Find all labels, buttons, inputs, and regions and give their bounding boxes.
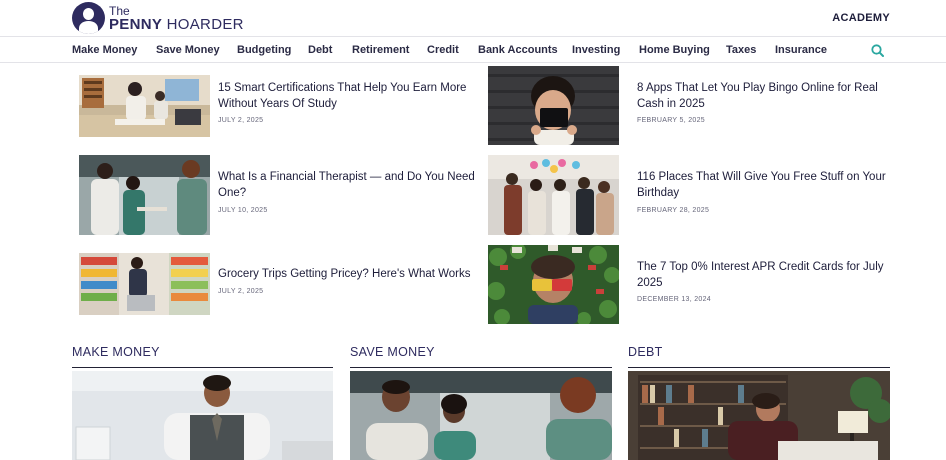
article-title[interactable]: What Is a Financial Therapist — and Do Y…: [218, 169, 476, 201]
article-date: FEBRUARY 28, 2025: [637, 207, 710, 214]
article-image-credit-cards[interactable]: [488, 245, 619, 324]
article-image-birthday[interactable]: [488, 155, 619, 235]
section-divider: [350, 367, 612, 368]
logo-hoarder: HOARDER: [166, 15, 244, 33]
search-icon[interactable]: [871, 44, 884, 57]
section-divider: [628, 367, 890, 368]
nav-item-credit[interactable]: Credit: [427, 44, 459, 56]
article-title[interactable]: 8 Apps That Let You Play Bingo Online fo…: [637, 80, 893, 112]
nav-item-bank-accounts[interactable]: Bank Accounts: [478, 44, 558, 56]
nav-item-insurance[interactable]: Insurance: [775, 44, 827, 56]
nav-item-debt[interactable]: Debt: [308, 44, 332, 56]
main-nav: Make Money Save Money Budgeting Debt Ret…: [0, 38, 946, 63]
logo-penny: PENNY: [109, 15, 163, 33]
section-title-debt[interactable]: DEBT: [628, 345, 663, 359]
nav-item-investing[interactable]: Investing: [572, 44, 620, 56]
nav-item-retirement[interactable]: Retirement: [352, 44, 409, 56]
section-divider: [72, 367, 333, 368]
section-image-make-money[interactable]: [72, 371, 333, 460]
section-image-debt[interactable]: [628, 371, 890, 460]
article-title[interactable]: 116 Places That Will Give You Free Stuff…: [637, 169, 893, 201]
article-date: FEBRUARY 5, 2025: [637, 117, 705, 124]
nav-item-make-money[interactable]: Make Money: [72, 44, 137, 56]
article-title[interactable]: 15 Smart Certifications That Help You Ea…: [218, 80, 476, 112]
academy-link[interactable]: ACADEMY: [832, 12, 890, 24]
nav-item-home-buying[interactable]: Home Buying: [639, 44, 710, 56]
site-header: The PENNY HOARDER ACADEMY: [0, 0, 946, 37]
article-image-grocery[interactable]: [79, 253, 210, 315]
article-image-financial-therapist[interactable]: [79, 155, 210, 235]
article-date: JULY 2, 2025: [218, 288, 264, 295]
section-title-save-money[interactable]: SAVE MONEY: [350, 345, 435, 359]
article-title[interactable]: The 7 Top 0% Interest APR Credit Cards f…: [637, 259, 893, 291]
nav-item-save-money[interactable]: Save Money: [156, 44, 220, 56]
section-image-save-money[interactable]: [350, 371, 612, 460]
section-title-make-money[interactable]: MAKE MONEY: [72, 345, 160, 359]
article-date: JULY 2, 2025: [218, 117, 264, 124]
nav-item-budgeting[interactable]: Budgeting: [237, 44, 291, 56]
article-date: DECEMBER 13, 2024: [637, 296, 711, 303]
article-date: JULY 10, 2025: [218, 207, 268, 214]
logo-avatar-icon: [72, 2, 105, 34]
site-logo[interactable]: The PENNY HOARDER: [72, 2, 244, 34]
nav-item-taxes[interactable]: Taxes: [726, 44, 756, 56]
article-image-bingo-apps[interactable]: [488, 66, 619, 145]
article-title[interactable]: Grocery Trips Getting Pricey? Here's Wha…: [218, 266, 476, 282]
article-image-certifications[interactable]: [79, 75, 210, 137]
